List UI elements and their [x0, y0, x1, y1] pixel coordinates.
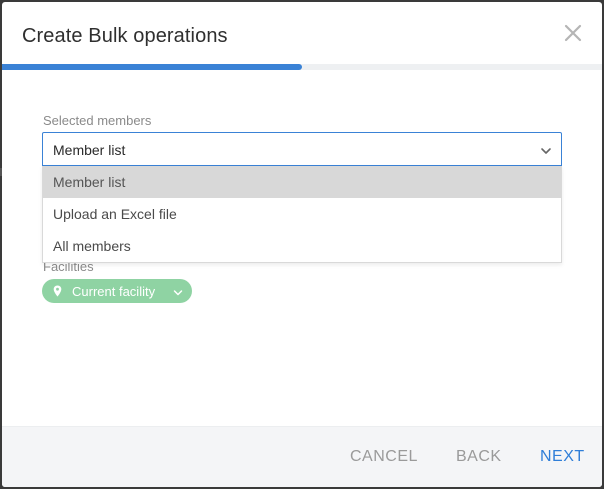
next-button[interactable]: NEXT — [540, 448, 585, 466]
dropdown-option-upload-excel[interactable]: Upload an Excel file — [43, 198, 561, 230]
location-pin-icon — [53, 285, 62, 297]
dropdown-option-all-members[interactable]: All members — [43, 230, 561, 262]
selected-members-label: Selected members — [43, 113, 152, 128]
back-button[interactable]: BACK — [456, 448, 502, 466]
cancel-button[interactable]: CANCEL — [350, 448, 418, 466]
dropdown-option-member-list[interactable]: Member list — [43, 166, 561, 198]
chevron-down-icon — [540, 144, 552, 156]
close-icon[interactable] — [564, 24, 582, 42]
step-progress-fill — [2, 64, 302, 70]
selected-members-value: Member list — [53, 142, 126, 158]
chevron-down-icon — [173, 286, 183, 296]
selected-members-dropdown: Member list Upload an Excel file All mem… — [42, 166, 562, 263]
dialog-header: Create Bulk operations — [2, 2, 602, 64]
dialog-footer: CANCEL BACK NEXT — [2, 426, 602, 487]
current-facility-label: Current facility — [72, 284, 156, 299]
selected-members-select[interactable]: Member list — [42, 132, 562, 166]
step-progress-bar — [2, 64, 602, 70]
dialog-title: Create Bulk operations — [22, 25, 228, 47]
current-facility-chip[interactable]: Current facility — [42, 279, 192, 303]
create-bulk-operations-dialog: Create Bulk operations Selected members … — [2, 2, 602, 487]
